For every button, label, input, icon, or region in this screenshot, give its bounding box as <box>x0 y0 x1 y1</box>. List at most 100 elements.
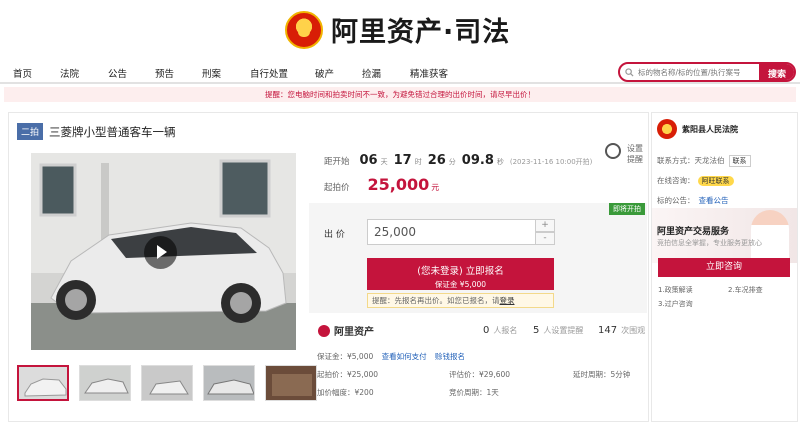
thumbnail[interactable] <box>17 365 69 401</box>
thumbnail-strip <box>17 365 317 401</box>
consult-now-button[interactable]: 立即咨询 <box>658 258 790 277</box>
court-header[interactable]: 紫阳县人民法院 <box>657 119 738 139</box>
countdown-seconds: 09.8 <box>461 153 494 168</box>
bid-amount-input[interactable]: 25,000 <box>367 219 537 245</box>
clock-icon <box>605 143 621 159</box>
countdown-label: 距开始 <box>324 157 350 167</box>
online-contact-button[interactable]: 阿旺联系 <box>697 176 734 186</box>
login-link[interactable]: 登录 <box>500 296 515 305</box>
main-image[interactable] <box>31 153 296 350</box>
brand-logo: 阿里资产 <box>318 323 374 338</box>
increase-bid-button[interactable]: + <box>535 219 555 232</box>
search-button[interactable]: 搜索 <box>759 64 794 80</box>
nav-courts[interactable]: 法院 <box>60 66 79 80</box>
item-title: 三菱牌小型普通客车一辆 <box>49 124 176 139</box>
site-title: 阿里资产·司法 <box>331 17 511 48</box>
start-price-label: 起拍价 <box>324 183 350 193</box>
auction-detail-panel: 二拍 三菱牌小型普通客车一辆 距开始 06 天 17 时 26 分 09.8 秒… <box>8 112 649 422</box>
court-side-panel: 紫阳县人民法院 联系方式：天龙法伯 联系 在线咨询： 阿旺联系 标的公告： 查看公告 … <box>651 112 798 422</box>
remind-line1: 设置 <box>627 144 643 153</box>
countdown: 距开始 06 天 17 时 26 分 09.8 秒 (2023-11-16 10… <box>324 153 592 168</box>
online-consult-row: 在线咨询： 阿旺联系 <box>657 175 734 186</box>
site-header: 阿里资产·司法 <box>0 0 800 60</box>
credit-signup-link[interactable]: 赊钱报名 <box>435 352 465 361</box>
countdown-hours: 17 <box>393 153 412 168</box>
remind-line2: 提醒 <box>627 155 643 164</box>
court-name: 紫阳县人民法院 <box>682 124 738 134</box>
contact-button[interactable]: 联系 <box>728 155 751 167</box>
nav-previews[interactable]: 预告 <box>155 66 174 80</box>
start-price: 起拍价 25,000 元 <box>324 175 439 194</box>
start-price-unit: 元 <box>431 183 440 192</box>
search-box: 搜索 <box>618 62 796 82</box>
signup-label: (您未登录) 立即报名 <box>417 266 504 277</box>
countdown-minutes: 26 <box>427 153 446 168</box>
bid-label: 出 价 <box>324 230 345 240</box>
login-hint: 提醒：先报名再出价。如您已报名，请登录 <box>367 293 554 308</box>
start-time: (2023-11-16 10:00开拍) <box>509 158 593 166</box>
court-emblem-icon <box>285 10 323 49</box>
service-step-1: 1.政策解读 <box>658 286 693 294</box>
notice-label: 标的公告： <box>657 196 695 205</box>
signup-count: 0 <box>483 325 490 336</box>
how-to-pay-link[interactable]: 查看如何支付 <box>382 352 427 361</box>
set-reminder[interactable]: 设置 提醒 <box>605 143 647 165</box>
contact-row: 联系方式：天龙法伯 联系 <box>657 155 751 167</box>
signup-deposit: 保证金 ¥5,000 <box>434 280 487 289</box>
service-agent-image <box>751 210 789 260</box>
ali-logo-icon <box>318 324 330 337</box>
service-banner: 阿里资产交易服务 竞拍信息全掌握，专业服务更放心 <box>652 208 797 263</box>
play-video-icon[interactable] <box>144 236 177 269</box>
bid-area: 即将开拍 出 价 25,000 + - (您未登录) 立即报名 保证金 ¥5,0… <box>309 203 647 313</box>
nav-precise-leads[interactable]: 精准获客 <box>410 66 448 80</box>
thumbnail[interactable] <box>79 365 131 401</box>
status-badge: 即将开拍 <box>609 203 645 215</box>
contact-label: 联系方式： <box>657 156 695 165</box>
court-emblem-icon <box>657 119 677 139</box>
service-step-2: 2.车况排查 <box>728 286 763 294</box>
view-stat: 147 次围观 <box>598 325 645 336</box>
countdown-seconds-unit: 秒 <box>496 158 504 166</box>
nav-self-disposal[interactable]: 自行处置 <box>250 66 288 80</box>
round-badge: 二拍 <box>17 123 44 140</box>
search-input[interactable] <box>638 67 756 77</box>
remind-count: 5 <box>533 325 540 336</box>
remind-stat: 5 人设置提醒 <box>533 325 583 336</box>
bid-increment: 加价幅度：¥200 <box>317 388 374 397</box>
thumbnail[interactable] <box>203 365 255 401</box>
delay-period: 延时周期：5分钟 <box>573 370 631 379</box>
start-price-value: 25,000 <box>367 175 430 194</box>
service-title: 阿里资产交易服务 <box>657 227 730 237</box>
thumbnail[interactable] <box>141 365 193 401</box>
search-icon <box>620 67 638 77</box>
nav-bargains[interactable]: 捡漏 <box>362 66 381 80</box>
signup-stat-label: 人报名 <box>493 326 518 335</box>
countdown-minutes-unit: 分 <box>448 158 456 166</box>
notice-row: 标的公告： 查看公告 <box>657 195 729 206</box>
bid-stepper: + - <box>535 219 555 245</box>
contact-value: 天龙法伯 <box>694 156 725 165</box>
bidding-period: 竞价周期：1天 <box>449 388 499 397</box>
countdown-days-unit: 天 <box>380 158 388 166</box>
view-count: 147 <box>598 325 618 336</box>
remind-stat-label: 人设置提醒 <box>543 326 584 335</box>
signup-button[interactable]: (您未登录) 立即报名 保证金 ¥5,000 <box>367 258 554 290</box>
view-notice-link[interactable]: 查看公告 <box>699 196 729 205</box>
online-label: 在线咨询： <box>657 176 695 185</box>
deposit-row: 保证金：¥5,000 查看如何支付 赊钱报名 <box>317 351 465 362</box>
deposit-text: 保证金：¥5,000 <box>317 352 374 361</box>
start-price-detail: 起拍价：¥25,000 <box>317 370 379 379</box>
assessment-price: 评估价：¥29,600 <box>449 370 511 379</box>
site-logo[interactable]: 阿里资产·司法 <box>285 10 510 49</box>
view-stat-label: 次围观 <box>621 326 646 335</box>
time-mismatch-notice: 提醒：您电脑时间和拍卖时间不一致，为避免错过合理的出价时间，请尽早出价！ <box>4 87 796 102</box>
nav-announcements[interactable]: 公告 <box>108 66 127 80</box>
decrease-bid-button[interactable]: - <box>535 232 555 245</box>
brand-name: 阿里资产 <box>334 327 374 338</box>
nav-bankruptcy[interactable]: 破产 <box>315 66 334 80</box>
nav-criminal[interactable]: 刑案 <box>202 66 221 80</box>
nav-home[interactable]: 首页 <box>13 66 32 80</box>
title-row: 二拍 三菱牌小型普通客车一辆 <box>17 123 176 140</box>
thumbnail[interactable] <box>265 365 317 401</box>
signup-stat: 0 人报名 <box>483 325 517 336</box>
